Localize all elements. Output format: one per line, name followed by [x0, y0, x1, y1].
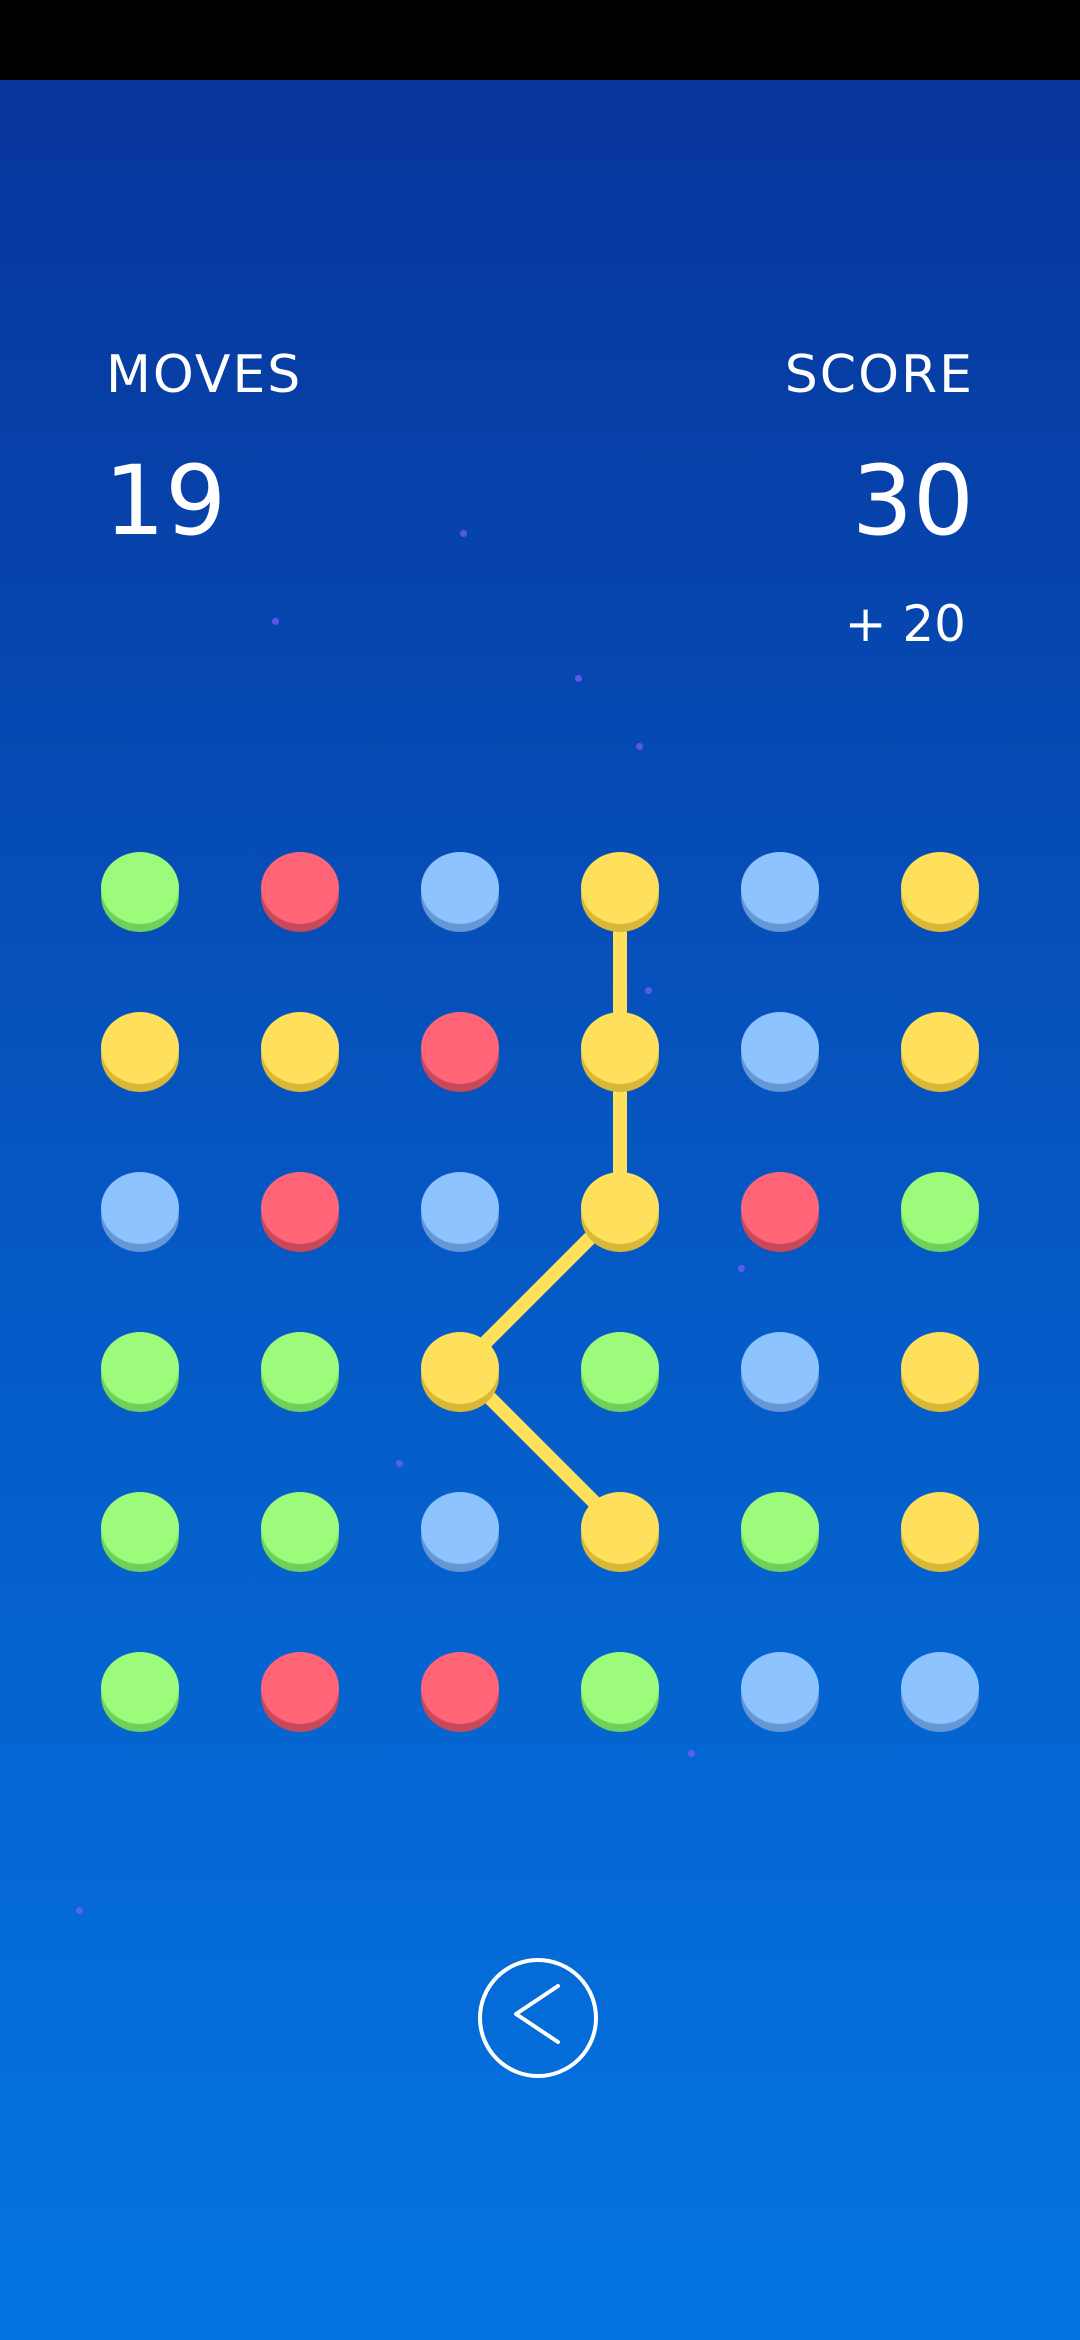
dot-blue[interactable]	[741, 852, 819, 932]
dot-green[interactable]	[101, 1652, 179, 1732]
dot-red[interactable]	[261, 1652, 339, 1732]
dot-yellow[interactable]	[581, 1492, 659, 1572]
game-area: MOVES 19 SCORE 30 + 20	[0, 80, 1080, 2340]
dot-yellow[interactable]	[421, 1332, 499, 1412]
dot-yellow[interactable]	[901, 852, 979, 932]
dot-green[interactable]	[581, 1332, 659, 1412]
dot-yellow[interactable]	[901, 1492, 979, 1572]
dot-yellow[interactable]	[581, 852, 659, 932]
back-button[interactable]	[478, 1958, 598, 2078]
dot-green[interactable]	[741, 1492, 819, 1572]
dot-red[interactable]	[261, 852, 339, 932]
dot-red[interactable]	[421, 1012, 499, 1092]
chevron-left-icon	[514, 1984, 560, 2044]
dot-blue[interactable]	[741, 1332, 819, 1412]
dot-green[interactable]	[101, 852, 179, 932]
dot-green[interactable]	[261, 1492, 339, 1572]
dot-blue[interactable]	[421, 1492, 499, 1572]
dot-yellow[interactable]	[581, 1172, 659, 1252]
dot-green[interactable]	[101, 1492, 179, 1572]
dot-red[interactable]	[261, 1172, 339, 1252]
dot-green[interactable]	[901, 1172, 979, 1252]
dot-blue[interactable]	[741, 1652, 819, 1732]
dot-green[interactable]	[581, 1652, 659, 1732]
dot-green[interactable]	[261, 1332, 339, 1412]
dot-blue[interactable]	[421, 852, 499, 932]
dot-yellow[interactable]	[581, 1012, 659, 1092]
dot-blue[interactable]	[101, 1172, 179, 1252]
dot-blue[interactable]	[901, 1652, 979, 1732]
dot-red[interactable]	[741, 1172, 819, 1252]
dot-yellow[interactable]	[901, 1332, 979, 1412]
dot-yellow[interactable]	[101, 1012, 179, 1092]
status-bar	[0, 0, 1080, 80]
dot-yellow[interactable]	[261, 1012, 339, 1092]
dot-green[interactable]	[101, 1332, 179, 1412]
dot-red[interactable]	[421, 1652, 499, 1732]
dot-blue[interactable]	[741, 1012, 819, 1092]
dot-blue[interactable]	[421, 1172, 499, 1252]
dot-yellow[interactable]	[901, 1012, 979, 1092]
